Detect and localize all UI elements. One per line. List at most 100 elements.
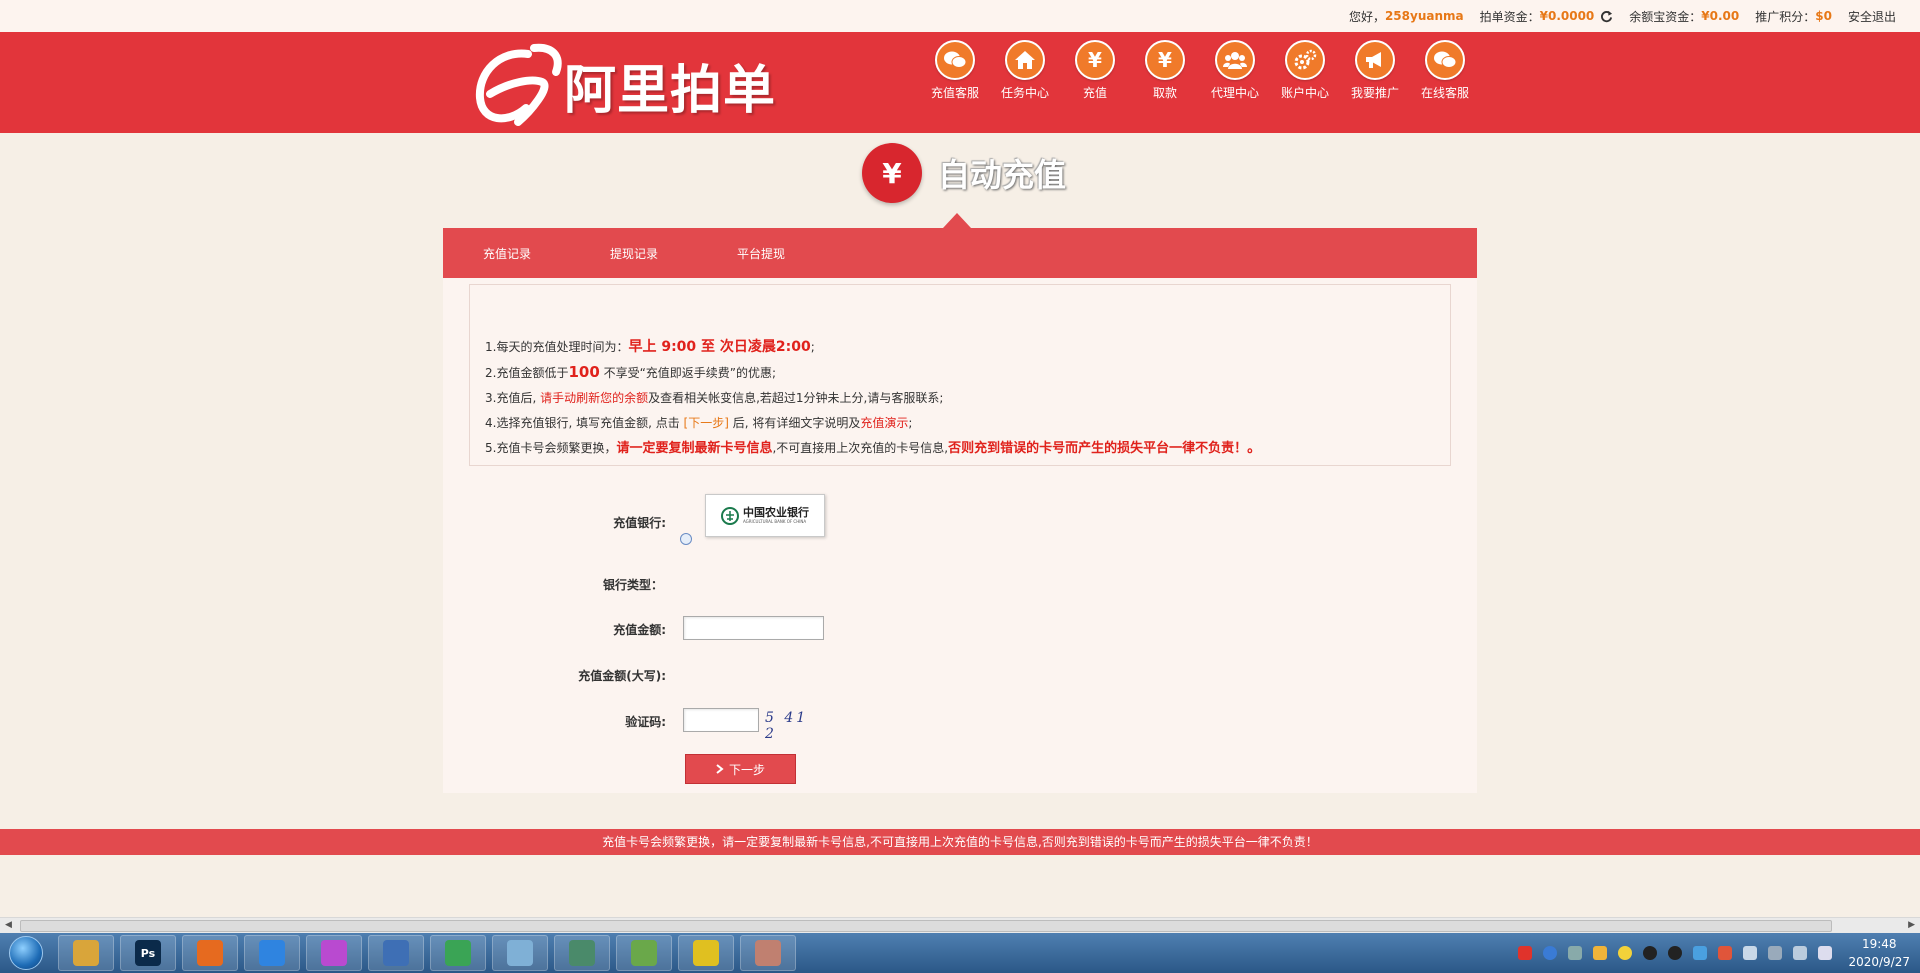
usb-icon[interactable] xyxy=(1768,946,1783,960)
taskbar-app[interactable] xyxy=(58,935,114,971)
taskbar-app[interactable] xyxy=(492,935,548,971)
taskbar-app[interactable] xyxy=(368,935,424,971)
security-shield-icon[interactable] xyxy=(1593,946,1608,960)
wechat-icon xyxy=(1425,40,1465,80)
nav-task-center[interactable]: 任务中心 xyxy=(990,40,1060,101)
bank-option-abc[interactable]: 中国农业银行 AGRICULTURAL BANK OF CHINA xyxy=(705,494,825,537)
logout-link[interactable]: 安全退出 xyxy=(1848,8,1896,25)
gears-icon xyxy=(1285,40,1325,80)
editor-app-icon xyxy=(631,940,657,966)
bank-type-label: 银行类型： xyxy=(602,578,663,592)
nav-withdraw[interactable]: ¥ 取款 xyxy=(1130,40,1200,101)
main-nav: 充值客服 任务中心 ¥ 充值 ¥ 取款 代理中心 账户中心 我要推广 在线客服 xyxy=(920,40,1480,101)
tab-recharge-records[interactable]: 充值记录 xyxy=(483,245,570,262)
nav-recharge[interactable]: ¥ 充值 xyxy=(1060,40,1130,101)
keyboard-icon[interactable] xyxy=(1743,946,1758,960)
captcha-input[interactable] xyxy=(683,708,759,732)
next-step-button[interactable]: 下一步 xyxy=(685,754,796,784)
section-header: ¥ 自动充值 xyxy=(862,143,1066,203)
points-value: $0 xyxy=(1815,9,1832,23)
scroll-left-icon[interactable]: ◀ xyxy=(5,920,12,930)
nav-label: 在线客服 xyxy=(1420,86,1469,100)
tab-withdraw-records[interactable]: 提现记录 xyxy=(610,245,697,262)
taskbar-app[interactable] xyxy=(182,935,238,971)
nav-promote[interactable]: 我要推广 xyxy=(1340,40,1410,101)
qq-icon[interactable] xyxy=(1643,946,1658,960)
users-icon xyxy=(1215,40,1255,80)
points-label: 推广积分： xyxy=(1755,9,1816,24)
qq-icon[interactable] xyxy=(1618,946,1633,960)
sogou-input-icon[interactable] xyxy=(1518,946,1533,960)
cloud-icon[interactable] xyxy=(1693,946,1708,960)
funds-balance: 拍单资金： ¥0.0000 xyxy=(1480,8,1614,25)
funds-label: 拍单资金： xyxy=(1479,9,1540,24)
notice-line-1: 1.每天的充值处理时间为：早上 9:00 至 次日凌晨2:00; xyxy=(485,335,1450,360)
yen-icon: ¥ xyxy=(1145,40,1185,80)
horizontal-scrollbar[interactable]: ◀ ▶ xyxy=(0,917,1920,933)
speaker-icon[interactable] xyxy=(1818,946,1833,960)
amount-label: 充值金额: xyxy=(613,623,666,637)
nav-label: 充值 xyxy=(1082,86,1107,100)
bank-label: 充值银行: xyxy=(613,516,666,530)
tab-platform-withdraw[interactable]: 平台提现 xyxy=(737,245,824,262)
taskbar-app[interactable] xyxy=(430,935,486,971)
avatar-app-icon xyxy=(755,940,781,966)
nav-label: 任务中心 xyxy=(1000,86,1049,100)
recharge-notice: 1.每天的充值处理时间为：早上 9:00 至 次日凌晨2:00; 2.充值金额低… xyxy=(469,284,1451,466)
notice-highlight: 100 xyxy=(568,363,600,381)
captcha-image[interactable]: 5 41 2 xyxy=(765,710,823,742)
notice-text: 4.选择充值银行, 填写充值金额, 点击 xyxy=(485,416,684,430)
network-tool-icon xyxy=(383,940,409,966)
notice-text: 后, 将有详细文字说明及 xyxy=(728,416,861,430)
network-icon[interactable] xyxy=(1793,946,1808,960)
demo-link[interactable]: 充值演示 xyxy=(860,416,908,430)
yen-icon: ¥ xyxy=(862,143,922,203)
start-button[interactable] xyxy=(0,933,52,973)
volume-mute-icon[interactable] xyxy=(1718,946,1733,960)
nav-online-service[interactable]: 在线客服 xyxy=(1410,40,1480,101)
file-explorer-icon xyxy=(73,940,99,966)
username[interactable]: 258yuanma xyxy=(1385,9,1464,23)
bank-radio[interactable] xyxy=(680,533,692,545)
home-icon xyxy=(1005,40,1045,80)
bank-name: 中国农业银行 xyxy=(743,506,809,519)
taskbar-apps: Ps xyxy=(52,935,796,971)
taskbar-app[interactable]: Ps xyxy=(120,935,176,971)
refresh-icon[interactable] xyxy=(1600,10,1613,23)
clock-date: 2020/9/27 xyxy=(1848,955,1910,969)
notice-text: 2.充值金额低于 xyxy=(485,366,569,380)
taskbar-app[interactable] xyxy=(244,935,300,971)
bank-logo-text: 中国农业银行 AGRICULTURAL BANK OF CHINA xyxy=(743,506,809,525)
bank-name-en: AGRICULTURAL BANK OF CHINA xyxy=(743,519,807,524)
clock[interactable]: 19:48 2020/9/27 xyxy=(1848,935,1910,971)
taskbar-app[interactable] xyxy=(740,935,796,971)
qq-icon[interactable] xyxy=(1668,946,1683,960)
user-info-bar: 您好， 258yuanma 拍单资金： ¥0.0000 余额宝资金： ¥0.00… xyxy=(0,0,1920,32)
amount-upper-label: 充值金额(大写): xyxy=(578,669,666,683)
abc-bank-icon xyxy=(721,506,739,525)
photoshop-icon: Ps xyxy=(135,940,161,966)
site-logo[interactable]: 阿里拍单 xyxy=(470,42,776,128)
notice-highlight: [下一步] xyxy=(683,416,729,430)
baidu-netdisk-icon xyxy=(259,940,285,966)
taskbar-app[interactable] xyxy=(554,935,610,971)
notice-text: 。 xyxy=(1247,440,1262,456)
taskbar-app[interactable] xyxy=(678,935,734,971)
scrollbar-thumb[interactable] xyxy=(20,920,1832,932)
taskbar-app[interactable] xyxy=(616,935,672,971)
nav-recharge-service[interactable]: 充值客服 xyxy=(920,40,990,101)
notice-line-5: 5.充值卡号会频繁更换，请一定要复制最新卡号信息,不可直接用上次充值的卡号信息,… xyxy=(485,436,1450,461)
notice-text: 1.每天的充值处理时间为： xyxy=(485,340,629,354)
taskbar-app[interactable] xyxy=(306,935,362,971)
help-icon[interactable] xyxy=(1543,946,1558,960)
nav-label: 充值客服 xyxy=(930,86,979,100)
scroll-right-icon[interactable]: ▶ xyxy=(1908,920,1915,930)
nav-label: 我要推广 xyxy=(1350,86,1399,100)
nav-account-center[interactable]: 账户中心 xyxy=(1270,40,1340,101)
recharge-panel: 充值记录 提现记录 平台提现 1.每天的充值处理时间为：早上 9:00 至 次日… xyxy=(443,228,1477,793)
site-header: 阿里拍单 充值客服 任务中心 ¥ 充值 ¥ 取款 代理中心 账户中心 我要推广 … xyxy=(0,32,1920,133)
nav-agent-center[interactable]: 代理中心 xyxy=(1200,40,1270,101)
game-app-icon xyxy=(569,940,595,966)
amount-input[interactable] xyxy=(683,616,824,640)
tray-arrow-icon[interactable] xyxy=(1568,946,1583,960)
